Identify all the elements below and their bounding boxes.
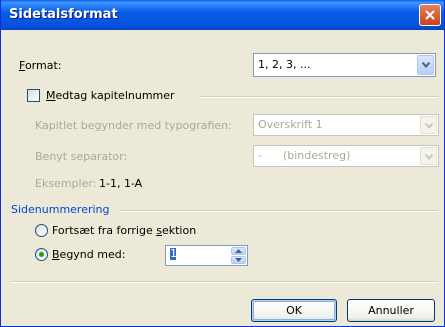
bottom-separator-line bbox=[11, 281, 438, 283]
start-at-spinner[interactable]: 1 bbox=[165, 245, 248, 266]
chevron-down-icon bbox=[425, 123, 433, 129]
format-value: 1, 2, 3, ... bbox=[258, 58, 311, 71]
cancel-button[interactable]: Annuller bbox=[347, 299, 435, 322]
dropdown-button[interactable] bbox=[420, 147, 437, 165]
chevron-up-icon bbox=[235, 249, 242, 253]
dialog-title: Sidetalsformat bbox=[9, 7, 118, 22]
separator-dropdown[interactable]: - (bindestreg) bbox=[253, 145, 439, 167]
chapter-style-dropdown[interactable]: Overskrift 1 bbox=[253, 114, 439, 136]
chapter-style-label: Kapitlet begynder med typografien: bbox=[35, 119, 232, 132]
dropdown-button[interactable] bbox=[420, 116, 437, 134]
numbering-separator-line bbox=[119, 210, 438, 212]
start-at-label[interactable]: Begynd med: bbox=[52, 248, 125, 261]
ok-button[interactable]: OK bbox=[251, 299, 337, 322]
page-numbering-group-label: Sidenummerering bbox=[11, 203, 110, 216]
dropdown-button[interactable] bbox=[417, 55, 434, 75]
examples-value: 1-1, 1-A bbox=[99, 177, 143, 190]
chapter-separator-line bbox=[199, 96, 438, 98]
spin-up-button[interactable] bbox=[231, 247, 246, 255]
start-at-value[interactable]: 1 bbox=[170, 248, 177, 260]
chevron-down-icon bbox=[422, 62, 430, 68]
separator-label: Benyt separator: bbox=[35, 150, 128, 163]
separator-value: - (bindestreg) bbox=[258, 149, 351, 162]
chevron-down-icon bbox=[235, 258, 242, 262]
title-bar[interactable]: Sidetalsformat bbox=[1, 0, 444, 30]
format-label: Format: bbox=[19, 59, 62, 72]
spinner-buttons bbox=[231, 247, 246, 264]
close-icon bbox=[425, 10, 435, 20]
spin-down-button[interactable] bbox=[231, 256, 246, 264]
start-at-radio[interactable] bbox=[35, 248, 48, 261]
include-chapter-checkbox[interactable] bbox=[27, 89, 40, 102]
close-button[interactable] bbox=[419, 4, 441, 26]
page-number-format-dialog: Sidetalsformat Format: 1, 2, 3, ... Medt… bbox=[0, 0, 445, 327]
chapter-style-value: Overskrift 1 bbox=[258, 118, 323, 131]
include-chapter-label[interactable]: Medtag kapitelnummer bbox=[46, 89, 175, 102]
chevron-down-icon bbox=[425, 154, 433, 160]
continue-previous-radio[interactable] bbox=[35, 224, 48, 237]
examples-label: Eksempler: bbox=[35, 177, 97, 190]
format-dropdown[interactable]: 1, 2, 3, ... bbox=[253, 53, 436, 77]
continue-previous-label[interactable]: Fortsæt fra forrige sektion bbox=[52, 224, 196, 237]
